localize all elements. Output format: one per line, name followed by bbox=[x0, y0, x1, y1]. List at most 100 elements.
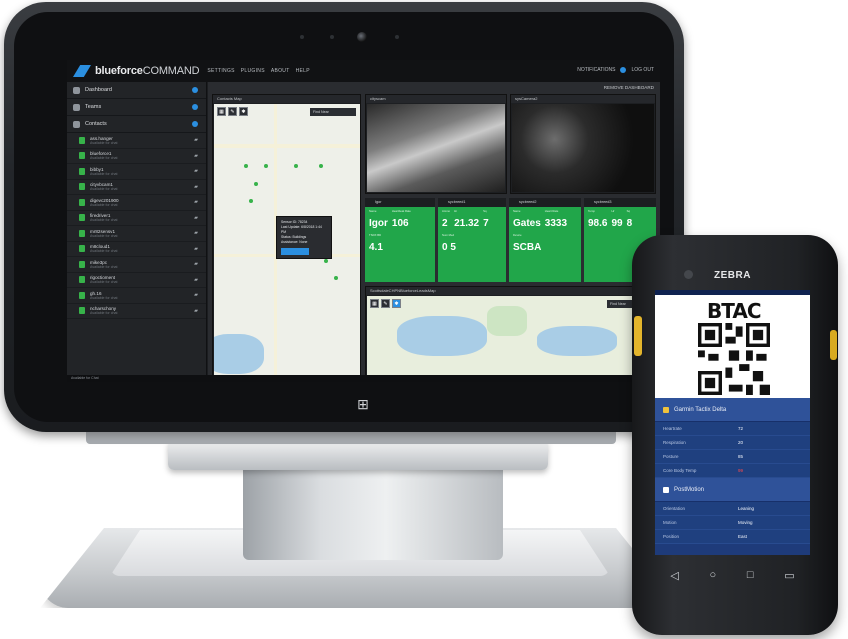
settings-icon[interactable]: ✱ bbox=[392, 299, 401, 308]
contact-item[interactable]: blueforce1 Available for chat ▰ bbox=[67, 149, 206, 164]
contact-status-icon bbox=[79, 276, 85, 284]
contact-item[interactable]: ass.hanger Available for chat ▰ bbox=[67, 133, 206, 149]
chat-icon[interactable]: ▰ bbox=[194, 215, 198, 221]
nav-settings[interactable]: SETTINGS bbox=[207, 68, 234, 74]
app-logo: blueforceCOMMAND bbox=[95, 65, 200, 77]
contacts-map[interactable]: ▦ ✎ ✱ Find Near Sensor ID: 78234 Last Up… bbox=[214, 104, 360, 380]
contact-marker[interactable] bbox=[249, 199, 253, 203]
contact-status-icon bbox=[79, 136, 85, 144]
sensor-tile[interactable]: sycbreed2 Name Gates Heart Rate 3333 Device… bbox=[509, 198, 581, 282]
camera-panel: cityscam bbox=[365, 94, 507, 194]
sidebar-item-dashboard[interactable]: Dashboard bbox=[67, 82, 206, 99]
contact-status-icon bbox=[79, 260, 85, 268]
notifications-link[interactable]: NOTIFICATIONS bbox=[577, 67, 615, 73]
chat-icon[interactable]: ▰ bbox=[194, 246, 198, 252]
motion-icon bbox=[663, 486, 669, 493]
back-icon[interactable]: ◁ bbox=[670, 569, 678, 582]
qr-code bbox=[698, 323, 770, 395]
chat-icon[interactable]: ▰ bbox=[194, 292, 198, 298]
chat-icon[interactable]: ▰ bbox=[194, 277, 198, 283]
phone-brand: ZEBRA bbox=[714, 270, 751, 281]
contact-item[interactable]: m8cloud1 Available for chat ▰ bbox=[67, 242, 206, 257]
menu-icon[interactable]: ▭ bbox=[784, 569, 794, 582]
chat-icon[interactable]: ▰ bbox=[194, 137, 198, 143]
contact-marker[interactable] bbox=[324, 259, 328, 263]
chat-icon[interactable]: ▰ bbox=[194, 308, 198, 314]
top-nav: SETTINGS PLUGINS ABOUT HELP bbox=[207, 68, 309, 74]
metric-row: Core Body Temp 99 bbox=[655, 464, 810, 478]
sensor-icon bbox=[330, 35, 334, 39]
nav-help[interactable]: HELP bbox=[296, 68, 310, 74]
area-map[interactable]: ▦ ✎ ✱ Find Near bbox=[367, 296, 654, 378]
logout-link[interactable]: LOG OUT bbox=[631, 67, 654, 73]
contact-marker[interactable] bbox=[334, 276, 338, 280]
contact-item[interactable]: ncharschony Available for chat ▰ bbox=[67, 304, 206, 319]
contact-item[interactable]: cityvbcam1 Available for chat ▰ bbox=[67, 180, 206, 195]
map-toolbar: ▦ ✎ ✱ bbox=[217, 107, 248, 116]
contact-item[interactable]: digevc201900 Available for chat ▰ bbox=[67, 195, 206, 211]
home-icon[interactable]: ○ bbox=[710, 569, 717, 581]
draw-icon[interactable]: ✎ bbox=[381, 299, 390, 308]
contact-status-icon bbox=[79, 152, 85, 160]
sidebar-item-teams[interactable]: Teams bbox=[67, 99, 206, 116]
chat-icon[interactable]: ▰ bbox=[194, 199, 198, 205]
contact-status: Available for chat bbox=[90, 218, 118, 223]
layers-icon[interactable]: ▦ bbox=[370, 299, 379, 308]
find-near-button[interactable]: Find Near bbox=[310, 108, 356, 116]
contact-marker[interactable] bbox=[264, 164, 268, 168]
windows-icon[interactable]: ⊞ bbox=[355, 396, 371, 412]
dashboard: REMOVE DASHBOARD Contacts Map ▦ ✎ ✱ Find… bbox=[208, 82, 660, 382]
contact-item[interactable]: mr82sensv1 Available for chat ▰ bbox=[67, 226, 206, 242]
ok-button[interactable] bbox=[281, 248, 309, 255]
remove-dashboard-button[interactable]: REMOVE DASHBOARD bbox=[208, 82, 660, 94]
draw-icon[interactable]: ✎ bbox=[228, 107, 237, 116]
layers-icon[interactable]: ▦ bbox=[217, 107, 226, 116]
recents-icon[interactable]: □ bbox=[747, 569, 754, 581]
nav-plugins[interactable]: PLUGINS bbox=[241, 68, 265, 74]
contact-status: Available for chat bbox=[90, 280, 118, 285]
sensor-tile[interactable]: sycbreed1 Ammo 2 Hr 21.32 Sq 7 Num Med 0 5 bbox=[438, 198, 506, 282]
map-water bbox=[214, 334, 264, 374]
phone-camera-icon bbox=[684, 270, 693, 279]
contact-item[interactable]: bibby1 Available for chat ▰ bbox=[67, 164, 206, 180]
phone-section-header[interactable]: PostMotion bbox=[655, 478, 810, 502]
chat-icon[interactable]: ▰ bbox=[194, 230, 198, 236]
contact-marker[interactable] bbox=[254, 182, 258, 186]
chat-icon[interactable]: ▰ bbox=[194, 261, 198, 267]
metric-row: Motion Moving bbox=[655, 516, 810, 530]
map-toolbar: ▦ ✎ ✱ bbox=[370, 299, 401, 308]
stand-hinge bbox=[168, 440, 548, 470]
sensor-tile[interactable]: Igor Name Igor Heartbeat Rate 106 TSDX BD 4.… bbox=[365, 198, 435, 282]
contact-marker[interactable] bbox=[294, 164, 298, 168]
contact-item[interactable]: gh.16 Available for chat ▰ bbox=[67, 288, 206, 304]
camera-icon bbox=[357, 32, 367, 42]
contact-status-icon bbox=[79, 229, 85, 237]
camera-feed[interactable] bbox=[512, 104, 654, 192]
sidebar-item-contacts[interactable]: Contacts bbox=[67, 116, 206, 133]
contact-status: Available for chat bbox=[90, 295, 118, 300]
metric-row: Position East bbox=[655, 530, 810, 544]
phone-section-header[interactable]: Garmin Tactix Delta bbox=[655, 398, 810, 422]
contact-item[interactable]: rigoctioment Available for chat ▰ bbox=[67, 273, 206, 288]
side-button[interactable] bbox=[830, 330, 837, 360]
contact-item[interactable]: firedriver1 Available for chat ▰ bbox=[67, 211, 206, 226]
contact-status-icon bbox=[79, 307, 85, 315]
chat-icon[interactable]: ▰ bbox=[194, 184, 198, 190]
panel-title: ScottsdaleCHPNBlueforceLeadsMap bbox=[366, 287, 655, 295]
contact-marker[interactable] bbox=[319, 164, 323, 168]
contact-list: ass.hanger Available for chat ▰ blueforce1 A… bbox=[67, 133, 206, 319]
nav-about[interactable]: ABOUT bbox=[271, 68, 290, 74]
camera-feed[interactable] bbox=[367, 104, 505, 192]
count-badge bbox=[192, 87, 198, 93]
contact-item[interactable]: mike3pc Available for chat ▰ bbox=[67, 257, 206, 273]
chat-icon[interactable]: ▰ bbox=[194, 168, 198, 174]
settings-icon[interactable]: ✱ bbox=[239, 107, 248, 116]
chat-icon[interactable]: ▰ bbox=[194, 153, 198, 159]
phone-nav-bar: ◁ ○ □ ▭ bbox=[655, 563, 810, 587]
qr-card: BTAC bbox=[655, 295, 810, 398]
contact-status: Available for chat bbox=[90, 264, 118, 269]
marker-popup: Sensor ID: 78234 Last Update: 6/8/2018 1… bbox=[276, 216, 332, 259]
metric-row: Heartrate 72 bbox=[655, 422, 810, 436]
scan-button[interactable] bbox=[634, 316, 642, 356]
contact-marker[interactable] bbox=[244, 164, 248, 168]
